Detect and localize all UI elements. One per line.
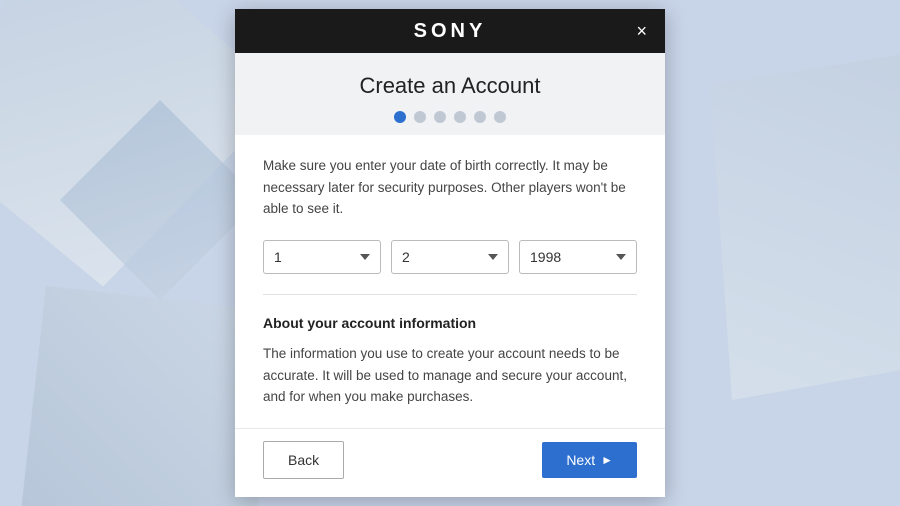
step-dot-5 [474, 111, 486, 123]
close-button[interactable]: × [632, 20, 651, 42]
back-button[interactable]: Back [263, 441, 344, 479]
account-info-text: The information you use to create your a… [263, 343, 637, 408]
account-info-title: About your account information [263, 315, 637, 331]
next-arrow-icon: ► [601, 453, 613, 467]
dob-year-select[interactable]: 1995 1996 1997 1998 1999 2000 [519, 240, 637, 274]
modal-title: Create an Account [251, 73, 649, 99]
modal-header: SONY × [235, 9, 665, 53]
separator-line [263, 294, 637, 295]
modal-body: Make sure you enter your date of birth c… [235, 135, 665, 428]
modal-footer: Back Next ► [235, 428, 665, 497]
modal-title-section: Create an Account [235, 53, 665, 135]
step-dot-1 [394, 111, 406, 123]
modal-dialog: SONY × Create an Account Make sure you e… [235, 9, 665, 497]
step-dot-2 [414, 111, 426, 123]
bg-shape-right [710, 50, 900, 400]
dob-info-text: Make sure you enter your date of birth c… [263, 155, 637, 220]
next-label: Next [566, 452, 595, 468]
step-dots [251, 111, 649, 123]
next-button[interactable]: Next ► [542, 442, 637, 478]
dob-day-select[interactable]: 1 2 3 4 5 6 7 8 9 10 11 12 13 14 15 16 1… [263, 240, 381, 274]
sony-logo: SONY [414, 20, 487, 43]
step-dot-6 [494, 111, 506, 123]
dob-selects: 1 2 3 4 5 6 7 8 9 10 11 12 13 14 15 16 1… [263, 240, 637, 274]
step-dot-4 [454, 111, 466, 123]
step-dot-3 [434, 111, 446, 123]
dob-month-select[interactable]: 1 2 3 4 5 6 7 8 9 10 11 12 [391, 240, 509, 274]
account-info-section: About your account information The infor… [263, 315, 637, 408]
